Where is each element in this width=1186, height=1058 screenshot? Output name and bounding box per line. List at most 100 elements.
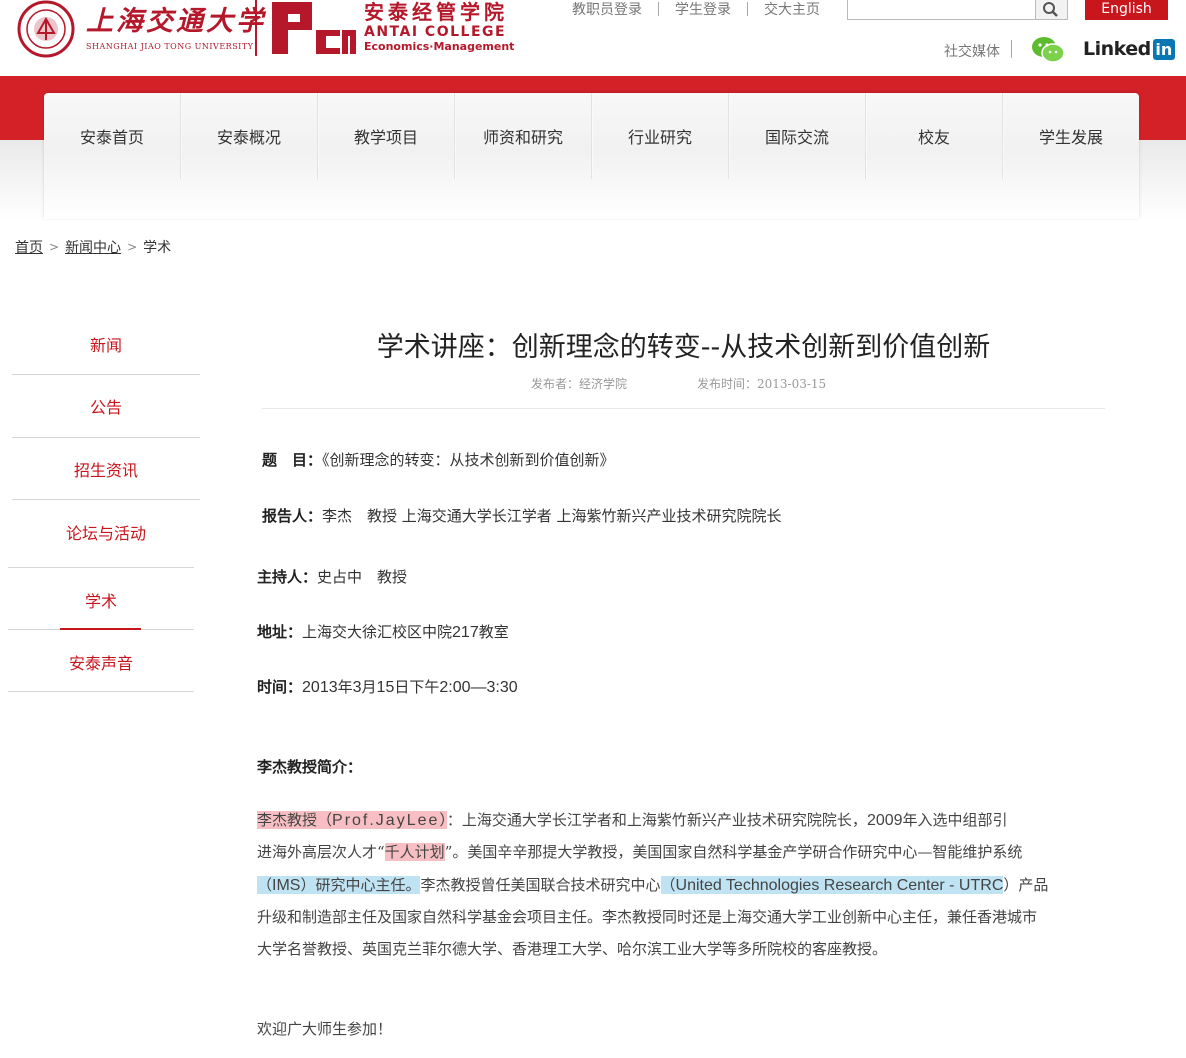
search-icon [1043, 2, 1058, 17]
sidebar-item-forums-events[interactable]: 论坛与活动 [12, 520, 200, 544]
nav-item-student-development[interactable]: 学生发展 [1003, 93, 1139, 179]
time-month-unit: 月 [361, 678, 377, 696]
bio-line: 进海外高层次人才“千人计划”。美国辛辛那提大学教授，美国国家自然科学基金产学研合… [257, 836, 1022, 868]
bio-line: 李杰教授（Prof.JayLee）：上海交通大学长江学者和上海紫竹新兴产业技术研… [257, 804, 1008, 836]
bio-line: 升级和制造部主任及国家自然科学基金会项目主任。李杰教授同时还是上海交通大学工业创… [257, 908, 1038, 926]
time-year: 2013 [302, 679, 338, 696]
college-name-cn: 安泰经管学院 [364, 0, 508, 24]
bio-highlight-program: 千人计划 [384, 843, 445, 861]
bio-text: ：上海交通大学长江学者和上海紫竹新兴产业技术研究院院长， [446, 811, 867, 829]
speaker-row: 报告人：李杰 教授 上海交通大学长江学者 上海紫竹新兴产业技术研究院院长 [262, 505, 782, 526]
article-title: 学术讲座：创新理念的转变--从技术创新到价值创新 [376, 332, 991, 363]
search-input[interactable] [847, 0, 1037, 20]
sidebar-item-admissions[interactable]: 招生资讯 [12, 457, 200, 481]
university-logo-text[interactable]: 上海交通大学 Shanghai Jiao Tong University [86, 6, 266, 51]
social-divider [1011, 40, 1012, 58]
host-value: 史占中 教授 [317, 568, 408, 586]
sidebar-active-indicator [60, 628, 141, 630]
bio-name-close: ） [439, 811, 447, 829]
linkedin-wordmark: Linked [1083, 38, 1151, 60]
sidebar-item-academic[interactable]: 学术 [8, 588, 194, 612]
nav-item-industry-research[interactable]: 行业研究 [592, 93, 729, 179]
bio-line: （IMS）研究中心主任。李杰教授曾任美国联合技术研究中心（United Tech… [257, 869, 1048, 901]
closing-text: 欢迎广大师生参加！ [257, 1020, 393, 1038]
sidebar-divider [12, 499, 200, 500]
search-button[interactable] [1035, 0, 1068, 20]
university-name-cn: 上海交通大学 [86, 6, 266, 37]
breadcrumb-separator: > [127, 240, 138, 254]
location-room-suffix: 教室 [478, 623, 509, 641]
staff-login-link[interactable]: 教职员登录 [556, 0, 658, 19]
breadcrumb-separator: > [49, 240, 60, 254]
nav-item-alumni[interactable]: 校友 [866, 93, 1003, 179]
bio-text: ）产品 [1003, 876, 1049, 894]
acem-logo-icon[interactable] [270, 0, 358, 56]
article-divider [262, 408, 1105, 409]
site-header: 上海交通大学 Shanghai Jiao Tong University 安泰经… [0, 0, 1186, 76]
bio-highlight-utrc: （United Technologies Research Center - U… [660, 876, 1004, 894]
topic-label: 题 目： [262, 451, 323, 469]
topic-row: 题 目：《创新理念的转变：从技术创新到价值创新》 [262, 449, 615, 470]
speaker-value: 李杰 教授 上海交通大学长江学者 上海紫竹新兴产业技术研究院院长 [322, 507, 782, 525]
sidebar-item-announcements[interactable]: 公告 [12, 394, 200, 418]
sjtu-home-link[interactable]: 交大主页 [748, 0, 836, 19]
bio-text: 年入选中组部引 [902, 811, 1008, 829]
time-day-unit: 日下午 [394, 678, 440, 696]
topic-value: 《创新理念的转变：从技术创新到价值创新》 [322, 451, 615, 469]
bio-heading: 李杰教授简介： [257, 756, 362, 777]
bio-line: 大学名誉教授、英国克兰菲尔德大学、香港理工大学、哈尔滨工业大学等多所院校的客座教… [257, 940, 888, 958]
bio-name-en: Prof.JayLee [332, 812, 440, 829]
host-label: 主持人： [257, 568, 318, 586]
time-hours: 2:00—3:30 [439, 679, 518, 696]
linkedin-logo[interactable]: Linked in [1083, 38, 1175, 60]
article-publisher: 发布者：经济学院 [531, 377, 628, 391]
bio-highlight-ims: （IMS）研究中心主任。 [257, 876, 421, 894]
nav-item-programs[interactable]: 教学项目 [318, 93, 455, 179]
linkedin-icon: in [1152, 38, 1175, 60]
time-label: 时间： [257, 678, 303, 696]
speaker-label: 报告人： [262, 507, 323, 525]
location-row: 地址：上海交大徐汇校区中院217教室 [257, 621, 509, 642]
sidebar-item-news[interactable]: 新闻 [12, 332, 200, 356]
breadcrumb-current: 学术 [143, 240, 172, 256]
social-media-label: 社交媒体 [944, 44, 1000, 60]
breadcrumb-news[interactable]: 新闻中心 [65, 237, 121, 257]
nav-item-about[interactable]: 安泰概况 [181, 93, 318, 179]
sidebar-divider [12, 437, 200, 438]
breadcrumb: 首页 > 新闻中心 > 学术 [15, 237, 171, 257]
sidebar-divider [8, 691, 194, 692]
bio-text: 李杰教授曾任美国联合技术研究中心 [420, 876, 661, 894]
nav-item-faculty-research[interactable]: 师资和研究 [455, 93, 592, 179]
bio-heading-text: 李杰教授简介： [257, 758, 363, 776]
bio-utrc: United Technologies Research Center - UT… [675, 877, 1004, 894]
main-nav: 安泰首页 安泰概况 教学项目 师资和研究 行业研究 国际交流 校友 学生发展 [44, 93, 1139, 219]
breadcrumb-home[interactable]: 首页 [15, 237, 43, 257]
time-row: 时间：2013年3月15日下午2:00—3:30 [257, 676, 518, 697]
sjtu-seal-icon[interactable] [16, 0, 76, 58]
sidebar-item-antai-voice[interactable]: 安泰声音 [8, 650, 194, 674]
student-login-link[interactable]: 学生登录 [659, 0, 747, 19]
bio-paren: （ [660, 876, 676, 894]
article-publish-time: 发布时间：2013-03-15 [697, 377, 827, 391]
bio-highlight-name: 李杰教授（Prof.JayLee） [257, 811, 447, 829]
wechat-icon[interactable] [1030, 36, 1066, 64]
college-logo-text[interactable]: 安泰经管学院 ANTAI COLLEGE Economics·Managemen… [364, 0, 514, 53]
nav-item-international[interactable]: 国际交流 [729, 93, 866, 179]
bio-text: ”。美国辛辛那提大学教授，美国国家自然科学基金产学研合作研究中心—智能维护系统 [444, 843, 1023, 861]
english-button[interactable]: English [1085, 0, 1168, 20]
time-day: 15 [376, 679, 395, 696]
sidebar-divider [12, 374, 200, 375]
sidebar-divider [8, 567, 194, 568]
nav-item-home[interactable]: 安泰首页 [44, 93, 181, 179]
top-utility-links: 教职员登录 学生登录 交大主页 [556, 0, 836, 18]
host-row: 主持人：史占中 教授 [257, 566, 407, 587]
bio-name-cn: 李杰教授（ [257, 811, 333, 829]
college-subtitle: Economics·Management [364, 40, 515, 53]
logo-divider [255, 0, 257, 56]
bio-ims: IMS [272, 877, 301, 894]
time-month: 3 [352, 679, 362, 696]
time-year-unit: 年 [337, 678, 353, 696]
bio-text: 进海外高层次人才“ [257, 843, 385, 861]
location-label: 地址： [257, 623, 303, 641]
bio-paren: （ [257, 876, 273, 894]
